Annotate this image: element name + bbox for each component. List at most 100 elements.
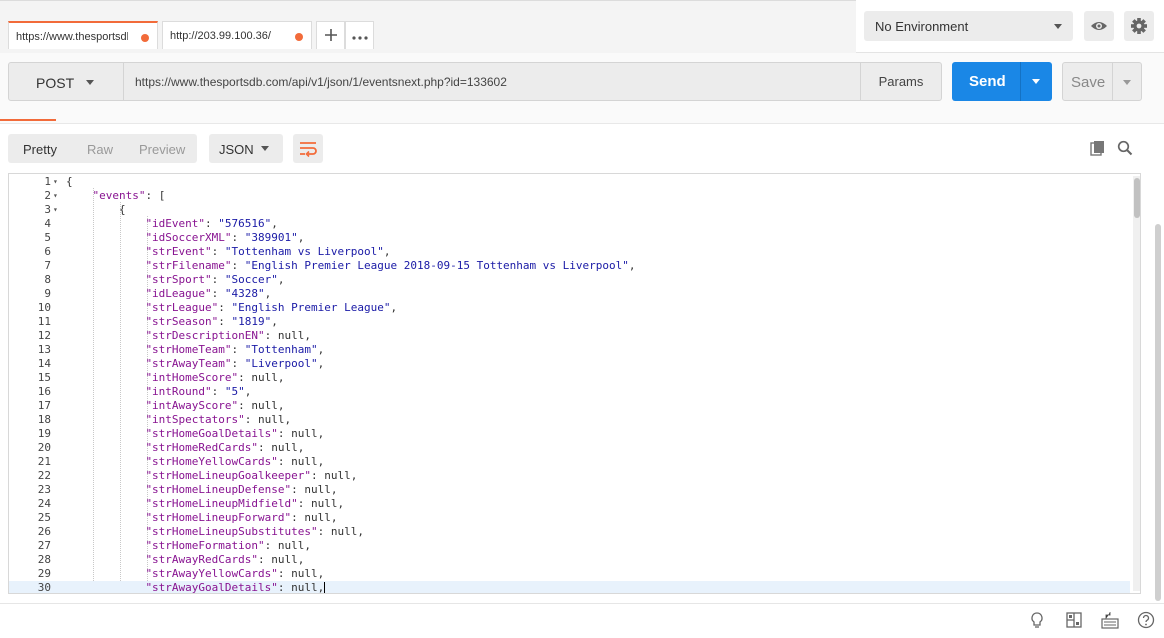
response-body-editor[interactable]: 1 ▾{2 ▾ "events": [3 ▾{4 "idEvent": "576516",… (8, 173, 1141, 594)
send-options-chevron-icon[interactable] (1032, 79, 1040, 84)
code-text: "idSoccerXML": "389901", (145, 231, 304, 245)
save-button[interactable]: Save (1062, 62, 1142, 101)
json-punctuation: : (218, 301, 232, 314)
send-button[interactable]: Send (952, 62, 1052, 101)
json-string: "Liverpool" (244, 357, 318, 370)
tab-request-1[interactable]: https://www.thesportsdb.com/api/v1/json/… (8, 21, 158, 49)
code-line: 17 "intAwayScore": null, (9, 399, 1130, 413)
params-button[interactable]: Params (860, 62, 942, 101)
code-text: "strHomeRedCards": null, (145, 441, 304, 455)
json-punctuation: , (244, 385, 252, 398)
code-line: 28 "strAwayRedCards": null, (9, 553, 1130, 567)
json-punctuation: : null, (277, 427, 325, 440)
status-bar (0, 603, 1164, 638)
json-key: "strDescriptionEN" (145, 329, 265, 342)
tab-label: https://www.thesportsdb.com/api/v1/json/… (16, 31, 128, 43)
wrap-lines-icon (300, 142, 317, 158)
save-options-chevron-icon[interactable] (1123, 80, 1131, 85)
search-icon[interactable] (1117, 140, 1133, 156)
code-text: "strDescriptionEN": null, (145, 329, 311, 343)
gear-icon (1131, 18, 1147, 34)
json-punctuation: : null, (297, 497, 345, 510)
json-key: "strHomeLineupSubstitutes" (145, 525, 318, 538)
code-line: 4 "idEvent": "576516", (9, 217, 1130, 231)
line-number: 9 (44, 287, 51, 300)
json-punctuation: , (271, 315, 278, 328)
format-label: JSON (219, 142, 254, 157)
more-icon (351, 36, 368, 40)
json-string: "5" (224, 385, 245, 398)
json-punctuation: { (118, 203, 126, 216)
json-punctuation: : (218, 315, 232, 328)
code-line: 26 "strHomeLineupSubstitutes": null, (9, 525, 1130, 539)
json-punctuation: : (231, 231, 245, 244)
code-text: "events": [ (92, 189, 165, 203)
json-key: "strSeason" (145, 315, 219, 328)
line-number: 5 (44, 231, 51, 244)
new-tab-button[interactable] (316, 21, 345, 49)
view-raw-button[interactable]: Raw (87, 142, 113, 157)
line-number: 27 (37, 539, 51, 552)
code-text: "intAwayScore": null, (145, 399, 284, 413)
fold-toggle-icon[interactable]: ▾ (53, 189, 58, 203)
editor-scrollbar-thumb[interactable] (1134, 178, 1140, 218)
json-punctuation: : [ (145, 189, 166, 202)
environment-quick-look-button[interactable] (1084, 11, 1114, 41)
tab-label: http://203.99.100.36/ (170, 30, 271, 42)
json-key: "strFilename" (145, 259, 232, 272)
plus-icon (324, 29, 337, 41)
lightbulb-icon[interactable] (1028, 611, 1046, 629)
fold-toggle-icon[interactable]: ▾ (53, 175, 58, 189)
settings-button[interactable] (1124, 11, 1154, 41)
tab-request-2[interactable]: http://203.99.100.36/ (162, 21, 312, 49)
json-key: "strEvent" (145, 245, 212, 258)
view-preview-button[interactable]: Preview (139, 142, 185, 157)
json-key: "intHomeScore" (145, 371, 239, 384)
editor-scrollbar[interactable] (1133, 176, 1140, 591)
code-line: 24 "strHomeLineupMidfield": null, (9, 497, 1130, 511)
json-punctuation: : null, (244, 413, 292, 426)
json-key: "strHomeLineupForward" (145, 511, 292, 524)
json-punctuation: , (264, 287, 272, 300)
json-key: "strSport" (145, 273, 212, 286)
unsaved-dot-icon (295, 33, 303, 41)
code-line: 20 "strHomeRedCards": null, (9, 441, 1130, 455)
more-tabs-button[interactable] (345, 21, 374, 49)
json-key: "strHomeGoalDetails" (145, 427, 278, 440)
json-string: "1819" (231, 315, 272, 328)
code-line: 30 "strAwayGoalDetails": null, (9, 581, 1130, 594)
method-select[interactable]: POST (8, 62, 124, 101)
json-punctuation: : (231, 357, 245, 370)
json-string: "4328" (224, 287, 265, 300)
json-key: "strHomeLineupGoalkeeper" (145, 469, 312, 482)
code-line: 25 "strHomeLineupForward": null, (9, 511, 1130, 525)
view-pretty-button[interactable]: Pretty (23, 142, 57, 157)
response-view-toggle: Pretty Raw Preview (8, 134, 197, 163)
line-number: 4 (44, 217, 51, 230)
url-input[interactable]: https://www.thesportsdb.com/api/v1/json/… (124, 62, 861, 101)
code-text: "strHomeFormation": null, (145, 539, 311, 553)
format-select[interactable]: JSON (209, 134, 283, 163)
environment-select[interactable]: No Environment (864, 11, 1073, 41)
json-key: "strAwayGoalDetails" (145, 581, 278, 594)
json-punctuation: : (211, 245, 225, 258)
page-scrollbar[interactable] (1155, 224, 1161, 601)
code-line: 12 "strDescriptionEN": null, (9, 329, 1130, 343)
help-icon[interactable] (1137, 611, 1155, 629)
json-key: "idLeague" (145, 287, 212, 300)
two-pane-view-icon[interactable] (1065, 611, 1083, 629)
code-line: 29 "strAwayYellowCards": null, (9, 567, 1130, 581)
code-text: "idEvent": "576516", (145, 217, 277, 231)
environment-label: No Environment (875, 19, 969, 34)
code-text: "strHomeGoalDetails": null, (145, 427, 324, 441)
wrap-lines-button[interactable] (293, 134, 323, 163)
copy-icon[interactable] (1090, 140, 1106, 156)
unsaved-dot-icon (141, 34, 149, 42)
code-text: "intRound": "5", (145, 385, 251, 399)
code-line: 14 "strAwayTeam": "Liverpool", (9, 357, 1130, 371)
keyboard-icon[interactable] (1101, 611, 1119, 629)
json-punctuation: : null, (238, 399, 285, 412)
json-punctuation: , (297, 231, 305, 244)
json-key: "strHomeRedCards" (145, 441, 259, 454)
fold-toggle-icon[interactable]: ▾ (53, 203, 58, 217)
